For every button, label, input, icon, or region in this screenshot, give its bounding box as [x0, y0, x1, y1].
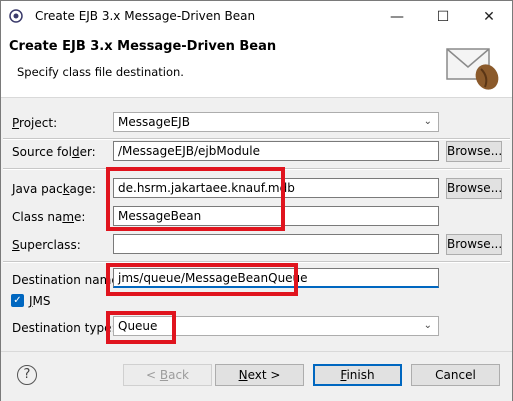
superclass-input[interactable]	[113, 234, 439, 254]
class-name-label: Class name:	[12, 210, 86, 224]
back-button[interactable]: < Back	[123, 364, 212, 386]
minimize-button[interactable]: —	[374, 1, 420, 33]
dialog-window: Create EJB 3.x Message-Driven Bean — ☐ ✕…	[0, 0, 513, 401]
cancel-button[interactable]: Cancel	[411, 364, 500, 386]
title-bar: Create EJB 3.x Message-Driven Bean — ☐ ✕	[1, 1, 512, 33]
source-folder-browse-button[interactable]: Browse...	[446, 141, 502, 162]
java-package-browse-button[interactable]: Browse...	[446, 178, 502, 199]
java-package-label: Java package:	[12, 182, 96, 196]
project-combo[interactable]: MessageEJB ⌄	[113, 112, 439, 132]
highlight-box	[106, 263, 298, 296]
source-folder-label: Source folder:	[12, 145, 96, 159]
next-button[interactable]: Next >	[215, 364, 304, 386]
close-button[interactable]: ✕	[466, 1, 512, 33]
highlight-box	[106, 167, 285, 231]
jms-checkbox[interactable]: ✓	[11, 294, 24, 307]
highlight-box	[106, 311, 176, 344]
separator	[3, 138, 510, 140]
jms-label: JMS	[29, 294, 51, 308]
project-value: MessageEJB	[118, 115, 190, 129]
envelope-bean-icon	[446, 48, 499, 90]
finish-button[interactable]: Finish	[313, 364, 402, 386]
button-bar: ? < Back Next > Finish Cancel	[1, 351, 512, 401]
wizard-banner: Create EJB 3.x Message-Driven Bean Speci…	[1, 33, 512, 98]
project-label: Project:	[12, 116, 58, 130]
superclass-browse-button[interactable]: Browse...	[446, 234, 502, 255]
chevron-down-icon: ⌄	[423, 116, 432, 127]
source-folder-input[interactable]: /MessageEJB/ejbModule	[113, 141, 439, 161]
superclass-label: Superclass:	[12, 238, 81, 252]
chevron-down-icon: ⌄	[423, 320, 432, 331]
maximize-button[interactable]: ☐	[420, 1, 466, 33]
eclipse-app-icon	[9, 9, 23, 23]
help-icon[interactable]: ?	[17, 365, 37, 385]
destination-type-label: Destination type:	[12, 321, 116, 335]
window-title: Create EJB 3.x Message-Driven Bean	[35, 9, 256, 23]
banner-title: Create EJB 3.x Message-Driven Bean	[9, 39, 277, 54]
banner-subtitle: Specify class file destination.	[17, 65, 184, 79]
